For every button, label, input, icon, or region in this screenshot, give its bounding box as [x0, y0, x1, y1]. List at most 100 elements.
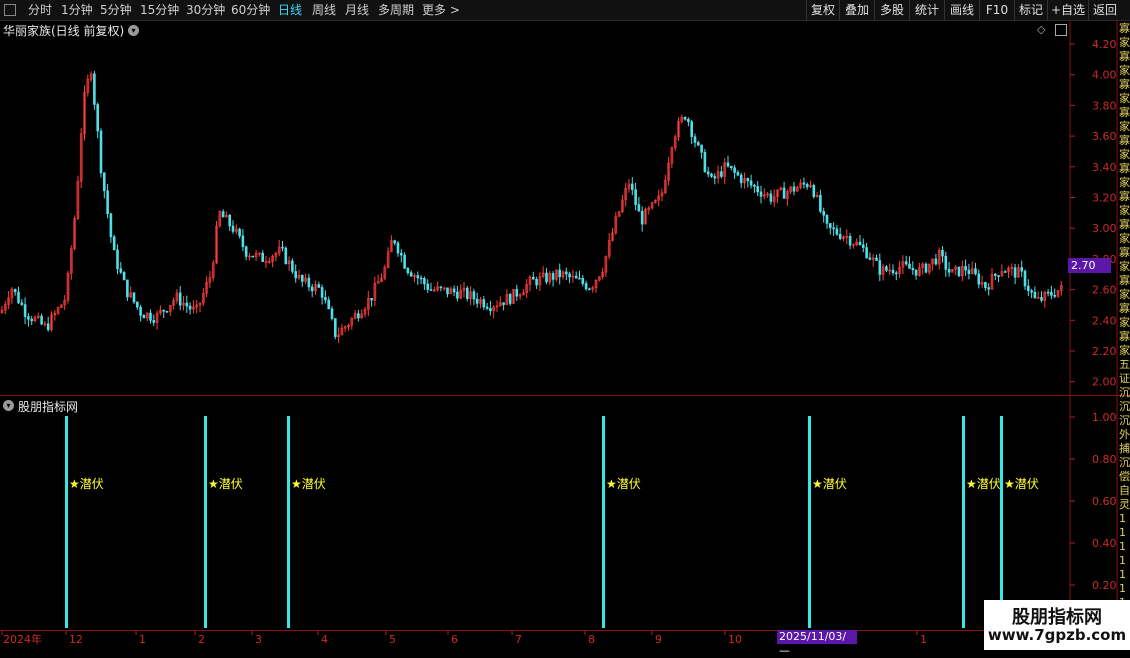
- candle-body: [93, 73, 96, 105]
- candle-body: [974, 268, 977, 275]
- candle-body: [472, 291, 476, 300]
- current-price-label: 2.70: [1068, 258, 1111, 273]
- candle-body: [568, 273, 571, 278]
- price-tick-label: 2.00: [1092, 376, 1117, 389]
- candle-body: [640, 210, 644, 225]
- candle-body: [333, 318, 337, 337]
- candle-body: [489, 308, 492, 312]
- candle-body: [924, 263, 928, 273]
- period-tab-30min[interactable]: 30分钟: [186, 2, 225, 18]
- candle-body: [17, 291, 20, 304]
- candle-body: [993, 273, 997, 276]
- period-tab-5min[interactable]: 5分钟: [100, 2, 132, 18]
- candle-body: [753, 184, 756, 187]
- candle-body: [1033, 291, 1037, 299]
- cursor-date-box: 2025/11/03/—: [777, 630, 857, 657]
- period-tab-60min[interactable]: 60分钟: [231, 2, 270, 18]
- candle-body: [139, 306, 142, 316]
- candle-body: [96, 104, 99, 132]
- watermark: 股朋指标网 www.7gpzb.com: [984, 600, 1130, 650]
- candle-body: [984, 282, 987, 288]
- candle-body: [759, 191, 763, 197]
- x-tick-label: 2024年: [3, 632, 42, 646]
- candle-body: [439, 286, 443, 289]
- candle-body: [300, 274, 304, 282]
- candle-body: [746, 178, 750, 182]
- candle-body: [281, 246, 284, 249]
- candle-body: [875, 257, 878, 261]
- price-tick-label: 2.20: [1092, 345, 1117, 358]
- candle-body: [1020, 267, 1024, 272]
- candle-body: [403, 254, 406, 269]
- candle-body: [911, 268, 915, 271]
- x-tick-label: 2: [198, 633, 205, 646]
- candle-body: [687, 118, 690, 122]
- period-tab-multi[interactable]: 多周期: [378, 2, 414, 18]
- signal-bar: [602, 416, 605, 628]
- fuquan-button[interactable]: 复权: [806, 0, 839, 20]
- indicator-chart[interactable]: 1.000.800.600.400.20 ★潜伏 ★潜伏 ★潜伏 ★潜伏 ★潜伏 ★潜伏 ★…: [0, 396, 1130, 630]
- add-watchlist-button[interactable]: +自选: [1047, 0, 1088, 20]
- candle-body: [103, 172, 106, 192]
- candle-body: [551, 273, 555, 280]
- candle-body: [861, 244, 865, 248]
- price-tick-label: 2.60: [1092, 284, 1117, 297]
- indicator-tick-label: 0.20: [1092, 579, 1117, 592]
- candle-body: [997, 275, 1000, 277]
- candle-body: [825, 214, 829, 224]
- candle-body: [637, 204, 641, 212]
- signal-label: ★潜伏: [966, 477, 1001, 491]
- overlay-button[interactable]: 叠加: [839, 0, 874, 20]
- draw-line-button[interactable]: 画线: [944, 0, 979, 20]
- candle-body: [558, 269, 562, 278]
- candle-body: [739, 174, 743, 184]
- candle-body: [465, 287, 469, 299]
- period-tab-more[interactable]: 更多 >: [422, 2, 460, 18]
- candle-body: [162, 309, 165, 312]
- candle-body: [370, 297, 373, 301]
- candle-body: [535, 279, 538, 286]
- date-axis: 2024年 12 1 2 3 4 5 6 7 8 9 10 1: [1, 631, 927, 646]
- indicator-tick-label: 0.40: [1092, 537, 1117, 550]
- candle-body: [706, 171, 710, 175]
- candle-body: [812, 185, 816, 197]
- period-tab-15min[interactable]: 15分钟: [140, 2, 179, 18]
- candle-body: [878, 260, 882, 275]
- candle-body: [967, 269, 971, 275]
- multi-stock-button[interactable]: 多股: [874, 0, 909, 20]
- candle-body: [977, 273, 981, 285]
- candle-body: [132, 292, 136, 303]
- price-tick-label: 3.60: [1092, 130, 1117, 143]
- f10-button[interactable]: F10: [979, 0, 1014, 20]
- mark-button[interactable]: 标记: [1014, 0, 1047, 20]
- statistics-button[interactable]: 统计: [909, 0, 944, 20]
- x-tick-label: 8: [588, 633, 595, 646]
- period-tab-fenshi[interactable]: 分时: [28, 2, 52, 18]
- candle-body: [1040, 297, 1043, 301]
- candle-body: [446, 287, 449, 295]
- price-tick-label: 3.80: [1092, 99, 1117, 112]
- candle-body: [1046, 291, 1050, 294]
- candle-body: [630, 183, 634, 190]
- candle-body: [957, 266, 961, 277]
- candle-body: [152, 320, 156, 323]
- price-tick-label: 4.20: [1092, 38, 1117, 51]
- candlestick-chart[interactable]: 4.204.003.803.603.403.203.002.802.602.40…: [0, 20, 1130, 395]
- candle-body: [317, 284, 321, 288]
- candle-body: [894, 272, 898, 275]
- indicator-tick-label: 0.80: [1092, 453, 1117, 466]
- indicator-tick-label: 1.00: [1092, 411, 1117, 424]
- candle-body: [112, 236, 116, 251]
- back-button[interactable]: 返回: [1088, 0, 1121, 20]
- candle-body: [126, 279, 129, 298]
- x-tick-label: 4: [321, 633, 328, 646]
- menu-icon[interactable]: [4, 4, 16, 16]
- period-tab-weekly[interactable]: 周线: [312, 2, 336, 18]
- period-tab-monthly[interactable]: 月线: [345, 2, 369, 18]
- price-tick-label: 3.20: [1092, 192, 1117, 205]
- candle-body: [588, 288, 591, 291]
- period-tab-daily[interactable]: 日线: [278, 2, 302, 18]
- candle-body: [30, 318, 34, 322]
- candle-body: [819, 194, 822, 212]
- period-tab-1min[interactable]: 1分钟: [61, 2, 93, 18]
